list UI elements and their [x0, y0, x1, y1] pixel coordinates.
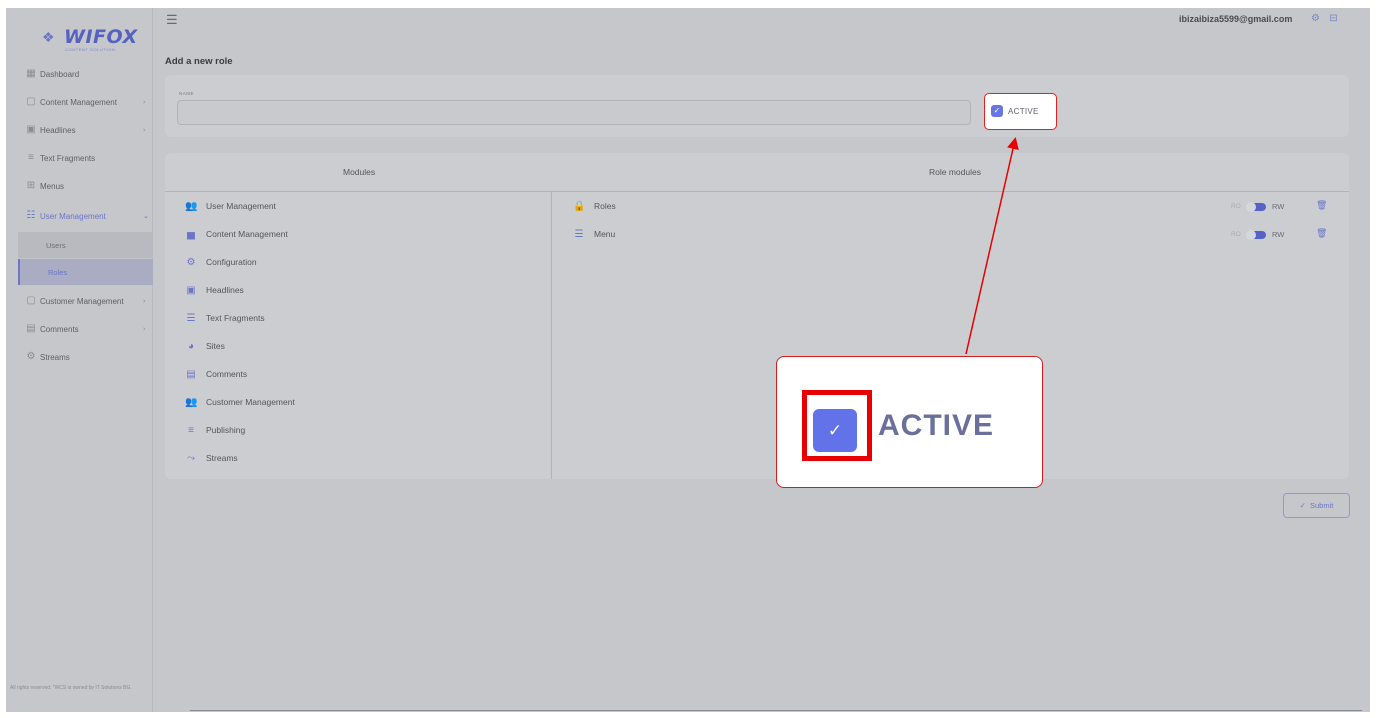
callout-checkbox-icon: ✓ — [813, 409, 857, 452]
column-divider — [551, 191, 552, 479]
users-icon: ☷ — [26, 210, 36, 221]
dashboard-icon: ▦ — [26, 68, 36, 79]
zoom-callout: ✓ ACTIVE — [776, 356, 1043, 488]
chevron-right-icon: › — [143, 98, 146, 106]
sites-icon: ◕ — [187, 340, 195, 352]
publishing-icon: ≡ — [188, 424, 194, 436]
menus-icon: ⊞ — [26, 180, 36, 191]
sidebar-item-text-fragments[interactable]: ≡ Text Fragments — [6, 145, 153, 171]
callout-label: ACTIVE — [878, 409, 995, 442]
page-title: Add a new role — [165, 56, 233, 67]
ro-rw-toggle[interactable] — [1246, 202, 1266, 212]
customer-icon: ▢ — [26, 295, 36, 306]
active-checkbox-highlight[interactable]: ✓ ACTIVE — [984, 93, 1057, 130]
sidebar-item-streams[interactable]: ⚙ Streams — [6, 344, 153, 370]
logout-icon[interactable]: ⊟ — [1328, 13, 1339, 24]
ro-label: RO — [1231, 231, 1241, 238]
rw-label: RW — [1272, 230, 1285, 239]
calendar-icon: ▣ — [186, 284, 196, 296]
menu-list-icon: ☰ — [574, 228, 584, 240]
sidebar-item-comments[interactable]: ▤ Comments › — [6, 316, 153, 342]
user-email[interactable]: ibizaibiza5599@gmail.com — [1179, 14, 1292, 24]
module-item-headlines[interactable]: ▣ Headlines — [185, 283, 244, 297]
module-item-user-management[interactable]: 👥 User Management — [185, 199, 276, 213]
module-item-comments[interactable]: ▤ Comments — [185, 367, 247, 381]
module-item-customer-management[interactable]: 👥 Customer Management — [185, 395, 295, 409]
sidebar-item-headlines[interactable]: ▣ Headlines › — [6, 117, 153, 143]
chevron-down-icon: ⌄ — [143, 213, 149, 220]
streams-icon: ⚙ — [26, 351, 36, 362]
hamburger-menu-icon[interactable]: ☰ — [166, 12, 178, 28]
bottom-rule — [190, 710, 1362, 711]
sidebar-subitem-roles[interactable]: Roles — [18, 259, 153, 285]
sidebar-item-content-management[interactable]: ▢ Content Management › — [6, 89, 153, 115]
chevron-right-icon: › — [143, 325, 146, 333]
sidebar-subitem-users[interactable]: Users — [18, 232, 153, 258]
submit-button[interactable]: ✓ Submit — [1283, 493, 1350, 518]
module-item-sites[interactable]: ◕ Sites — [185, 339, 225, 353]
name-field-label: NAME — [179, 91, 195, 96]
comments-icon: ▤ — [26, 323, 36, 334]
modules-column-header: Modules — [343, 167, 376, 177]
text-fragments-icon: ☰ — [186, 312, 196, 324]
sidebar-item-dashboard[interactable]: ▦ Dashboard — [6, 61, 153, 87]
check-icon: ✓ — [1299, 501, 1306, 510]
trash-icon[interactable]: 🗑 — [1316, 200, 1327, 211]
module-item-streams[interactable]: ⤳ Streams — [185, 451, 238, 465]
sidebar-item-user-management[interactable]: ☷ User Management ⌄ — [6, 203, 153, 229]
sidebar-item-customer-management[interactable]: ▢ Customer Management › — [6, 288, 153, 314]
module-item-text-fragments[interactable]: ☰ Text Fragments — [185, 311, 265, 325]
role-module-roles[interactable]: 🔒 Roles — [573, 199, 616, 213]
modules-card: Modules Role modules 👥 User Management ▅… — [165, 153, 1349, 479]
module-item-content-management[interactable]: ▅ Content Management — [185, 227, 288, 241]
brand-tagline: CONTENT SOLUTION — [65, 47, 116, 52]
role-name-card: NAME — [165, 75, 1349, 137]
active-checkbox-label: ACTIVE — [1008, 107, 1039, 116]
content-management-icon: ▅ — [187, 228, 195, 240]
chevron-right-icon: › — [143, 126, 146, 134]
copyright-text: All rights reserved. "WCS is owned by IT… — [10, 685, 132, 691]
customer-management-icon: 👥 — [185, 396, 198, 408]
fox-logo-icon: ❖ — [42, 29, 55, 45]
rw-label: RW — [1272, 202, 1285, 211]
module-item-publishing[interactable]: ≡ Publishing — [185, 423, 245, 437]
ro-label: RO — [1231, 203, 1241, 210]
user-management-icon: 👥 — [185, 200, 198, 212]
role-modules-column-header: Role modules — [929, 167, 981, 177]
text-fragments-icon: ≡ — [28, 152, 34, 163]
content-icon: ▢ — [26, 96, 36, 107]
comments-icon: ▤ — [186, 368, 196, 380]
ro-rw-toggle[interactable] — [1246, 230, 1266, 240]
active-checkbox[interactable]: ✓ — [991, 105, 1003, 117]
role-module-menu[interactable]: ☰ Menu — [573, 227, 616, 241]
module-item-configuration[interactable]: ⚙ Configuration — [185, 255, 257, 269]
sidebar-item-menus[interactable]: ⊞ Menus — [6, 173, 153, 199]
sidebar: ❖ WIFOX CONTENT SOLUTION ▦ Dashboard ▢ C… — [6, 8, 153, 712]
streams-icon: ⤳ — [187, 452, 195, 464]
brand-logo[interactable]: ❖ WIFOX — [42, 26, 138, 48]
chevron-right-icon: › — [143, 297, 146, 305]
trash-icon[interactable]: 🗑 — [1316, 228, 1327, 239]
role-name-input[interactable] — [177, 100, 971, 125]
brand-name: WIFOX — [64, 26, 138, 48]
table-divider — [165, 191, 1349, 192]
headlines-icon: ▣ — [26, 124, 36, 135]
gear-icon: ⚙ — [186, 256, 196, 268]
settings-gear-icon[interactable]: ⚙ — [1310, 13, 1321, 24]
lock-icon: 🔒 — [573, 200, 586, 212]
app-frame: ❖ WIFOX CONTENT SOLUTION ▦ Dashboard ▢ C… — [6, 8, 1370, 712]
